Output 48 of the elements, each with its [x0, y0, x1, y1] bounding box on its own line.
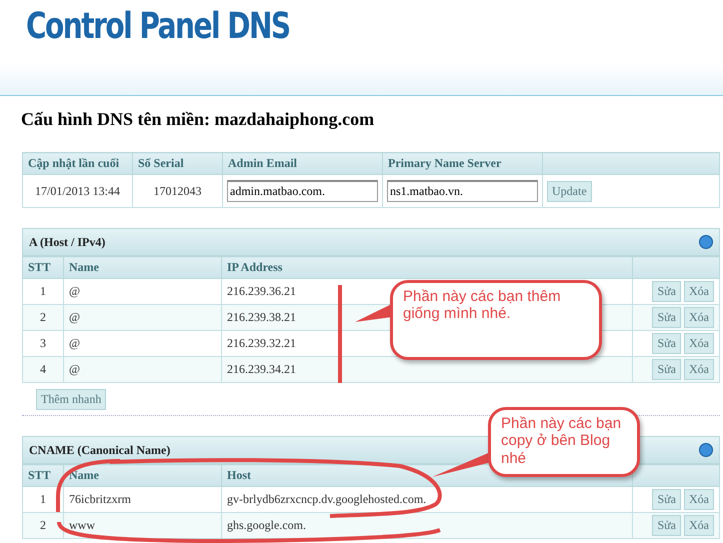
admin-email-field[interactable]: admin.matbao.com. — [227, 180, 378, 202]
column-header: IP Address — [222, 256, 632, 278]
callout-note: Phần này các bạn copy ở bên Blog nhé — [488, 407, 640, 477]
help-icon[interactable] — [699, 443, 713, 457]
table-cell: @ — [64, 356, 222, 382]
table-cell: 17/01/2013 13:44 — [22, 174, 132, 208]
page-title: Cấu hình DNS tên miền: mazdahaiphong.com — [20, 108, 376, 131]
table-cell: 2 — [22, 304, 64, 330]
edit-button[interactable]: Sửa — [652, 307, 681, 328]
table-cell: gv-brlydb6zrxcncp.dv.googlehosted.com. — [222, 486, 632, 512]
table-cell: 216.239.34.21 — [222, 356, 632, 382]
table-cell: 17012043 — [132, 174, 222, 208]
section-title: A (Host / IPv4) — [29, 234, 106, 250]
edit-button[interactable]: Sửa — [652, 515, 681, 536]
delete-button[interactable]: Xóa — [684, 281, 714, 302]
table-cell: @ — [64, 330, 222, 356]
table-cell: www — [64, 512, 222, 538]
column-header: STT — [22, 256, 64, 278]
delete-button[interactable]: Xóa — [684, 515, 714, 536]
delete-button[interactable]: Xóa — [684, 359, 714, 380]
table-cell: 4 — [22, 356, 64, 382]
delete-button[interactable]: Xóa — [684, 333, 714, 354]
column-header: Admin Email — [222, 152, 382, 174]
column-header: Cập nhật lần cuối — [22, 152, 132, 174]
column-header: Primary Name Server — [382, 152, 542, 174]
edit-button[interactable]: Sửa — [652, 281, 681, 302]
column-header: Name — [64, 256, 222, 278]
column-header: STT — [22, 464, 64, 486]
delete-button[interactable]: Xóa — [684, 307, 714, 328]
callout-note: Phần này các bạn thêm giống mình nhé. — [390, 280, 602, 360]
edit-button[interactable]: Sửa — [652, 489, 681, 510]
table-cell: 1 — [22, 278, 64, 304]
help-icon[interactable] — [699, 235, 713, 249]
logo: Control Panel DNS — [26, 6, 290, 47]
table-cell: @ — [64, 304, 222, 330]
delete-button[interactable]: Xóa — [684, 489, 714, 510]
column-header: Số Serial — [132, 152, 222, 174]
quick-add-button[interactable]: Thêm nhanh — [36, 389, 106, 410]
update-button[interactable]: Update — [547, 180, 592, 202]
table-cell: ghs.google.com. — [222, 512, 632, 538]
section-title: CNAME (Canonical Name) — [29, 442, 170, 458]
table-cell: 2 — [22, 512, 64, 538]
table-cell: 3 — [22, 330, 64, 356]
table-cell: 76icbritzxrm — [64, 486, 222, 512]
edit-button[interactable]: Sửa — [652, 359, 681, 380]
name-server-field[interactable]: ns1.matbao.vn. — [387, 180, 538, 202]
edit-button[interactable]: Sửa — [652, 333, 681, 354]
table-cell: @ — [64, 278, 222, 304]
